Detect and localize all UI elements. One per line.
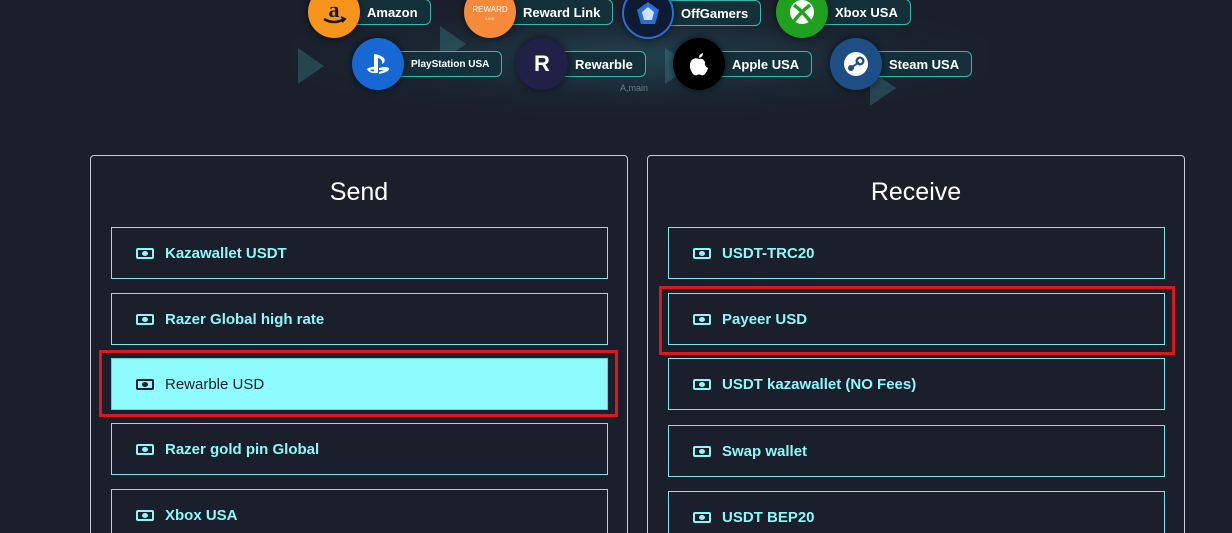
send-title: Send (329, 178, 389, 206)
brand-offgamers[interactable]: OffGamers (622, 0, 762, 39)
amazon-icon: a (308, 0, 360, 38)
option-label: Kazawallet USDT (165, 244, 287, 262)
brand-steam[interactable]: Steam USA (830, 38, 973, 90)
offgamers-icon (622, 0, 674, 39)
option-label: Razer gold pin Global (165, 440, 320, 458)
money-icon (693, 511, 711, 523)
apple-icon (673, 38, 725, 90)
send-option-kazawallet-usdt[interactable]: Kazawallet USDT (111, 227, 608, 279)
receive-option-usdt-kazawallet[interactable]: USDT kazawallet (NO Fees) (668, 358, 1165, 410)
banner-caption: A,main (620, 83, 649, 93)
option-label: Razer Global high rate (165, 310, 325, 328)
steam-icon (830, 38, 882, 90)
money-icon (693, 313, 711, 325)
brand-label: Apple USA (711, 51, 813, 77)
money-icon (136, 247, 154, 259)
option-label: Payeer USD (722, 310, 808, 328)
brand-banner: a Amazon REWARD LINK Reward Link OffGame… (260, 0, 1020, 120)
brand-amazon[interactable]: a Amazon (308, 0, 431, 38)
svg-text:a: a (329, 0, 340, 22)
brand-label: Reward Link (502, 0, 614, 25)
svg-text:R: R (534, 51, 550, 76)
option-label: Rewarble USD (165, 375, 265, 393)
money-icon (136, 509, 154, 521)
receive-option-payeer-usd[interactable]: Payeer USD (668, 293, 1165, 345)
brand-label: Xbox USA (814, 0, 911, 25)
xbox-icon (776, 0, 828, 38)
send-option-razer-gold-pin-global[interactable]: Razer gold pin Global (111, 423, 608, 475)
receive-title: Receive (870, 178, 962, 206)
option-label: USDT kazawallet (NO Fees) (722, 375, 917, 393)
send-option-xbox-usa[interactable]: Xbox USA (111, 489, 608, 533)
rewarble-icon: R (516, 38, 568, 90)
brand-reward-link[interactable]: REWARD LINK Reward Link (464, 0, 614, 38)
send-option-razer-global-high-rate[interactable]: Razer Global high rate (111, 293, 608, 345)
exchange-page: a Amazon REWARD LINK Reward Link OffGame… (0, 0, 1232, 533)
brand-label: OffGamers (660, 0, 762, 26)
option-label: Xbox USA (165, 506, 238, 524)
brand-label: PlayStation USA (390, 51, 503, 77)
brand-xbox[interactable]: Xbox USA (776, 0, 911, 38)
money-icon (693, 445, 711, 457)
svg-text:REWARD: REWARD (472, 5, 507, 14)
svg-text:LINK: LINK (486, 16, 495, 21)
money-icon (136, 443, 154, 455)
send-panel: Send Kazawallet USDT Razer Global high r… (90, 155, 628, 533)
send-option-rewarble-usd[interactable]: Rewarble USD (111, 358, 608, 410)
money-icon (693, 378, 711, 390)
money-icon (136, 378, 154, 390)
money-icon (136, 313, 154, 325)
decorative-arrow (298, 48, 324, 84)
playstation-icon (352, 38, 404, 90)
receive-option-usdt-trc20[interactable]: USDT-TRC20 (668, 227, 1165, 279)
brand-apple[interactable]: Apple USA (673, 38, 813, 90)
reward-link-icon: REWARD LINK (464, 0, 516, 38)
brand-label: Steam USA (868, 51, 973, 77)
option-label: Swap wallet (722, 442, 808, 460)
receive-panel: Receive USDT-TRC20 Payeer USD USDT kazaw… (647, 155, 1185, 533)
option-label: USDT BEP20 (722, 508, 815, 526)
brand-playstation[interactable]: PlayStation USA (352, 38, 503, 90)
receive-option-swap-wallet[interactable]: Swap wallet (668, 425, 1165, 477)
option-label: USDT-TRC20 (722, 244, 815, 262)
receive-option-usdt-bep20[interactable]: USDT BEP20 (668, 491, 1165, 533)
money-icon (693, 247, 711, 259)
